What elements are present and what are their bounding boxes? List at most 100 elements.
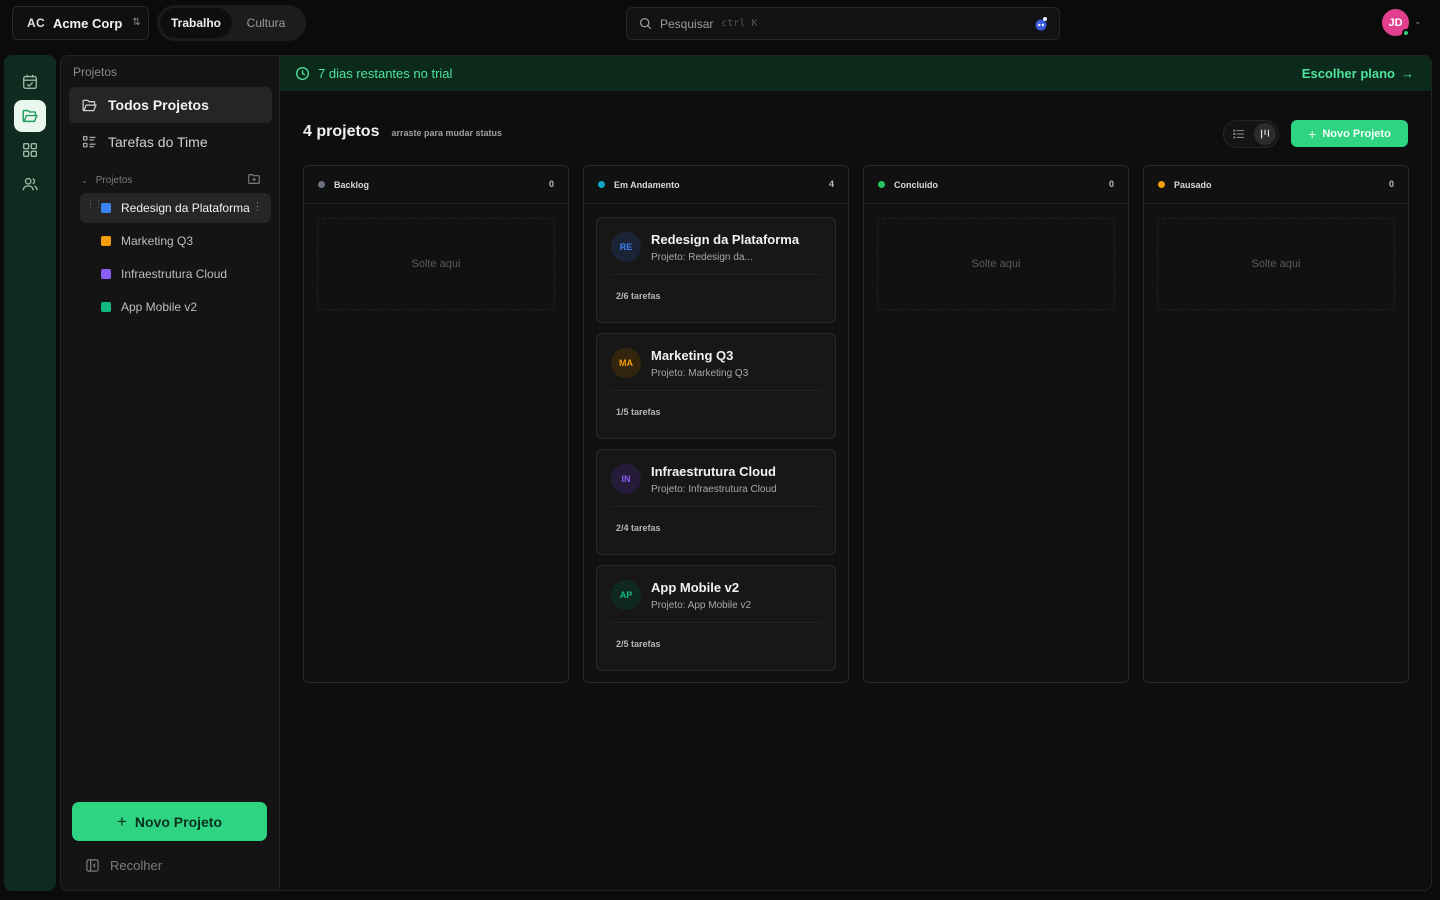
column-header: Concluído 0 [864, 166, 1128, 204]
tab-cultura[interactable]: Cultura [232, 8, 300, 38]
new-project-button-header[interactable]: + Novo Projeto [1291, 120, 1408, 147]
column-backlog[interactable]: Backlog 0 Solte aqui [303, 165, 569, 683]
drop-zone[interactable]: Solte aqui [317, 218, 555, 310]
sidebar-item-label: Tarefas do Time [108, 134, 208, 150]
column-title: Pausado [1174, 179, 1212, 190]
card-divider [611, 390, 821, 391]
status-dot [598, 181, 605, 188]
card-tasks: 2/6 tarefas [616, 291, 661, 301]
folder-plus-icon[interactable] [247, 172, 261, 186]
status-dot [318, 181, 325, 188]
choose-plan-link[interactable]: Escolher plano → [1302, 66, 1414, 81]
kanban-icon [1260, 129, 1270, 139]
project-label: Redesign da Plataforma [121, 201, 250, 215]
status-dot [1158, 181, 1165, 188]
project-card[interactable]: IN Infraestrutura Cloud Projeto: Infraes… [596, 449, 836, 555]
sidebar-project-marketing[interactable]: Marketing Q3 [80, 226, 271, 256]
sidebar-project-redesign[interactable]: ⋮⋮ Redesign da Plataforma ⋮ [80, 193, 271, 223]
drag-hint: arraste para mudar status [391, 128, 503, 138]
rail-grid-button[interactable] [14, 134, 46, 166]
org-switcher[interactable]: AC Acme Corp ⇅ [12, 6, 149, 40]
rail-projects-button[interactable] [14, 100, 46, 132]
board-view-button[interactable] [1254, 123, 1276, 145]
card-tasks: 2/5 tarefas [616, 639, 661, 649]
card-title: App Mobile v2 [651, 580, 740, 595]
assistant-icon[interactable] [1033, 16, 1049, 32]
project-badge: RE [611, 232, 641, 262]
project-label: App Mobile v2 [121, 300, 198, 314]
drop-label: Solte aqui [411, 258, 461, 270]
new-project-label: Novo Projeto [1322, 127, 1391, 140]
drop-label: Solte aqui [971, 258, 1021, 270]
list-icon [1233, 129, 1245, 139]
column-em-andamento[interactable]: Em Andamento 4 RE Redesign da Plataforma… [583, 165, 849, 683]
card-title: Redesign da Plataforma [651, 232, 800, 247]
folder-open-icon [22, 109, 38, 123]
project-badge: IN [611, 464, 641, 494]
project-card[interactable]: AP App Mobile v2 Projeto: App Mobile v2 … [596, 565, 836, 671]
column-title: Backlog [334, 179, 370, 190]
column-count: 0 [548, 179, 554, 189]
task-list-icon [82, 135, 96, 147]
search-placeholder: Pesquisar [660, 16, 714, 31]
project-count: 4 projetos [303, 123, 380, 140]
trial-text: 7 dias restantes no trial [318, 66, 453, 81]
card-divider [611, 274, 821, 275]
top-bar: AC Acme Corp ⇅ Trabalho Cultura Pesquisa… [0, 0, 1440, 48]
more-options-icon[interactable]: ⋮ [252, 200, 263, 213]
sidebar: Projetos Todos Projetos Tarefas do Time … [60, 55, 280, 891]
app-rail [4, 55, 56, 891]
chevron-down-icon: ⌄ [81, 175, 88, 185]
choose-plan-label: Escolher plano [1301, 66, 1395, 81]
board-header: 4 projetos arraste para mudar status [303, 123, 502, 141]
drop-zone[interactable]: Solte aqui [1157, 218, 1395, 310]
column-pausado[interactable]: Pausado 0 Solte aqui [1143, 165, 1409, 683]
card-subtitle: Projeto: Infraestrutura Cloud [651, 484, 777, 495]
column-title: Em Andamento [614, 179, 680, 190]
avatar[interactable]: JD [1382, 9, 1410, 37]
projects-section-header[interactable]: ⌄ Projetos [81, 173, 261, 187]
drop-label: Solte aqui [1251, 258, 1301, 270]
collapse-label: Recolher [110, 858, 163, 873]
project-color-swatch [101, 203, 111, 213]
chevron-down-icon[interactable]: ⌄ [1414, 16, 1422, 27]
search-bar[interactable]: Pesquisar ctrl K [626, 7, 1060, 40]
drag-handle-icon[interactable]: ⋮⋮ [86, 200, 103, 209]
view-toggle [1223, 120, 1279, 148]
project-label: Infraestrutura Cloud [121, 267, 228, 281]
collapse-sidebar-button[interactable]: Recolher [85, 858, 162, 873]
card-title: Marketing Q3 [651, 348, 734, 363]
project-card[interactable]: MA Marketing Q3 Projeto: Marketing Q3 1/… [596, 333, 836, 439]
card-subtitle: Projeto: Marketing Q3 [651, 368, 749, 379]
list-view-button[interactable] [1228, 123, 1250, 145]
tab-trabalho[interactable]: Trabalho [160, 8, 232, 38]
project-label: Marketing Q3 [121, 234, 194, 248]
card-divider [611, 622, 821, 623]
new-project-button[interactable]: + Novo Projeto [72, 802, 267, 841]
project-badge: AP [611, 580, 641, 610]
rail-calendar-button[interactable] [14, 66, 46, 98]
new-project-label: Novo Projeto [134, 813, 223, 830]
card-title: Infraestrutura Cloud [651, 464, 776, 479]
drop-zone[interactable]: Solte aqui [877, 218, 1115, 310]
project-badge: MA [611, 348, 641, 378]
org-abbr: AC [27, 16, 45, 30]
search-shortcut: ctrl K [721, 18, 758, 29]
column-header: Backlog 0 [304, 166, 568, 204]
project-color-swatch [101, 269, 111, 279]
card-divider [611, 506, 821, 507]
sidebar-item-tarefas-do-time[interactable]: Tarefas do Time [69, 124, 272, 160]
plus-icon: + [1308, 125, 1317, 142]
rail-team-button[interactable] [14, 168, 46, 200]
trial-banner: 7 dias restantes no trial Escolher plano… [280, 56, 1431, 91]
column-count: 0 [1108, 179, 1114, 189]
sidebar-project-app-mobile[interactable]: App Mobile v2 [80, 292, 271, 322]
sidebar-collapse-icon [86, 859, 99, 872]
arrow-right-icon: → [1401, 66, 1414, 81]
sidebar-item-todos-projetos[interactable]: Todos Projetos [69, 87, 272, 123]
main-content: 7 dias restantes no trial Escolher plano… [280, 55, 1432, 891]
column-concluido[interactable]: Concluído 0 Solte aqui [863, 165, 1129, 683]
card-tasks: 1/5 tarefas [616, 407, 661, 417]
project-card[interactable]: RE Redesign da Plataforma Projeto: Redes… [596, 217, 836, 323]
sidebar-project-infraestrutura[interactable]: Infraestrutura Cloud [80, 259, 271, 289]
